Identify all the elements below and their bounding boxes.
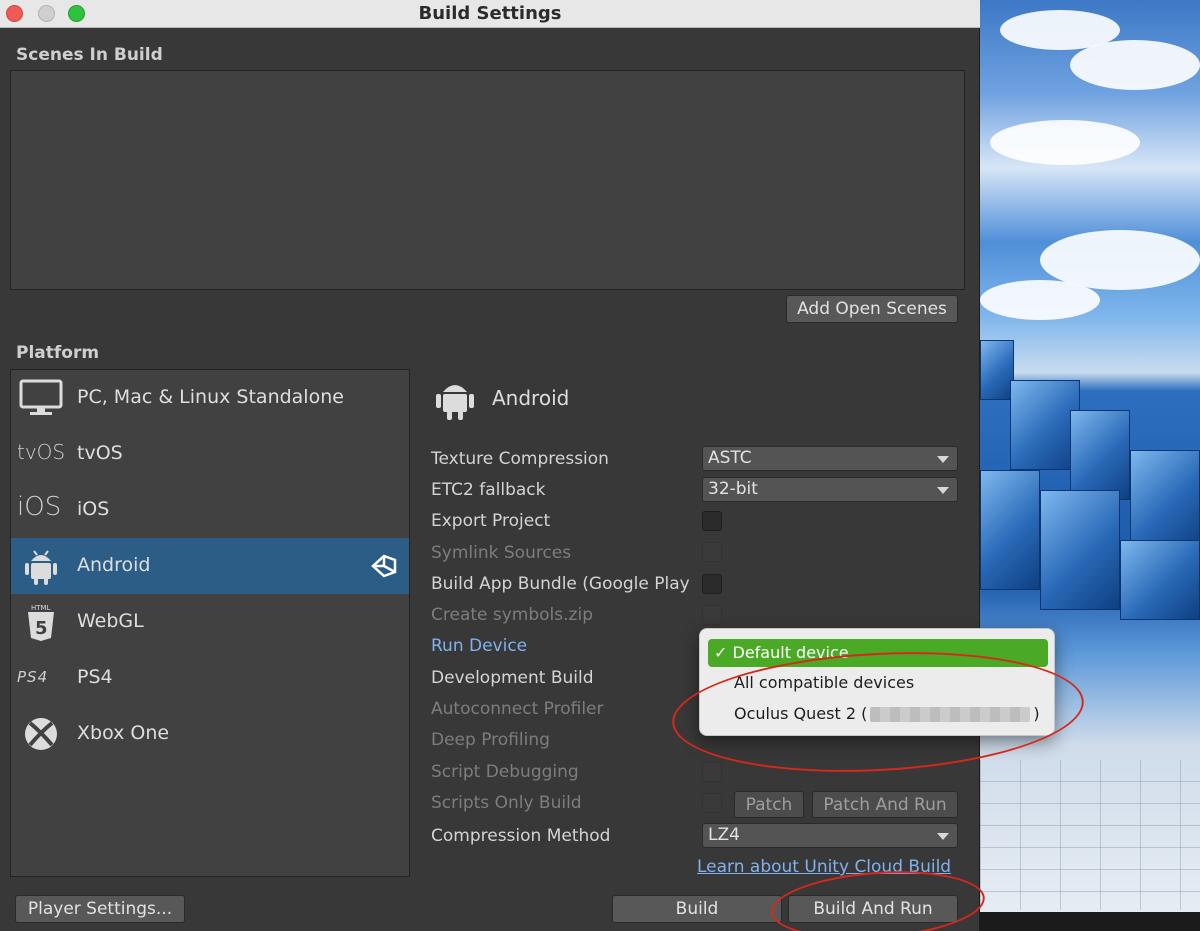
texture-compression-dropdown[interactable]: ASTC xyxy=(702,446,958,471)
selected-platform-title: Android xyxy=(492,386,570,410)
compression-method-label: Compression Method xyxy=(431,826,611,846)
platform-item-android[interactable]: Android xyxy=(11,538,409,594)
dropdown-arrow-icon xyxy=(937,487,949,494)
platform-item-label: iOS xyxy=(77,498,110,520)
deep-profiling-label: Deep Profiling xyxy=(431,730,550,750)
monitor-icon xyxy=(19,379,63,415)
svg-text:5: 5 xyxy=(35,618,48,639)
export-project-label: Export Project xyxy=(431,511,551,531)
patch-and-run-button[interactable]: Patch And Run xyxy=(812,791,958,818)
platform-item-tvos[interactable]: tvOS tvOS xyxy=(11,426,409,482)
dropdown-arrow-icon xyxy=(937,833,949,840)
platform-item-label: Xbox One xyxy=(77,722,170,744)
cube xyxy=(980,340,1014,400)
platform-item-ps4[interactable]: PS4 PS4 xyxy=(11,650,409,706)
etc2-fallback-label: ETC2 fallback xyxy=(431,480,546,500)
script-debugging-label: Script Debugging xyxy=(431,762,579,782)
android-icon xyxy=(436,385,474,420)
platform-item-label: Android xyxy=(77,554,151,576)
unity-logo-icon xyxy=(371,554,397,578)
cube xyxy=(980,470,1040,590)
autoconnect-profiler-label: Autoconnect Profiler xyxy=(431,699,604,719)
ps4-icon: PS4 xyxy=(17,668,49,686)
create-symbols-checkbox[interactable] xyxy=(702,605,722,625)
compression-method-dropdown[interactable]: LZ4 xyxy=(702,823,958,848)
platform-item-standalone[interactable]: PC, Mac & Linux Standalone xyxy=(11,370,409,426)
build-app-bundle-checkbox[interactable] xyxy=(702,574,722,594)
scene-grid-floor xyxy=(980,760,1200,910)
player-settings-button[interactable]: Player Settings... xyxy=(15,895,185,923)
platform-item-label: WebGL xyxy=(77,610,144,632)
run-device-label: Run Device xyxy=(431,636,528,656)
platform-item-ios[interactable]: iOS iOS xyxy=(11,482,409,538)
create-symbols-label: Create symbols.zip xyxy=(431,605,593,625)
xbox-icon xyxy=(25,718,57,750)
checkmark-icon: ✓ xyxy=(714,643,728,662)
development-build-label: Development Build xyxy=(431,668,594,688)
android-icon xyxy=(25,550,57,585)
build-settings-window: Build Settings Scenes In Build Add Open … xyxy=(0,0,980,931)
window-title: Build Settings xyxy=(418,3,562,24)
add-open-scenes-button[interactable]: Add Open Scenes xyxy=(786,295,958,323)
cube xyxy=(1130,450,1200,550)
platform-label: Platform xyxy=(16,343,100,363)
build-app-bundle-label: Build App Bundle (Google Play xyxy=(431,574,690,594)
cube xyxy=(1040,490,1120,610)
platform-item-label: PC, Mac & Linux Standalone xyxy=(77,386,344,408)
platform-item-xbox-one[interactable]: Xbox One xyxy=(11,706,409,762)
symlink-sources-label: Symlink Sources xyxy=(431,543,572,563)
texture-compression-label: Texture Compression xyxy=(431,449,609,469)
cloud xyxy=(1070,40,1200,90)
texture-compression-value: ASTC xyxy=(708,448,752,468)
ios-icon: iOS xyxy=(17,492,62,522)
scenes-in-build-label: Scenes In Build xyxy=(16,45,163,65)
svg-text:HTML: HTML xyxy=(31,604,51,612)
symlink-sources-checkbox[interactable] xyxy=(702,542,722,562)
build-button[interactable]: Build xyxy=(612,895,782,923)
title-bar[interactable]: Build Settings xyxy=(0,0,980,28)
tvos-icon: tvOS xyxy=(17,440,66,464)
scripts-only-build-checkbox[interactable] xyxy=(702,793,722,813)
etc2-fallback-value: 32-bit xyxy=(708,479,758,499)
script-debugging-checkbox[interactable] xyxy=(702,762,722,782)
screen: Build Settings Scenes In Build Add Open … xyxy=(0,0,1200,931)
scene-view-background xyxy=(980,0,1200,931)
scenes-in-build-list[interactable] xyxy=(10,70,965,290)
dropdown-arrow-icon xyxy=(937,456,949,463)
etc2-fallback-dropdown[interactable]: 32-bit xyxy=(702,477,958,502)
platform-item-label: tvOS xyxy=(77,442,123,464)
platform-list: PC, Mac & Linux Standalone tvOS tvOS iOS… xyxy=(10,369,410,877)
html5-icon: HTML 5 xyxy=(28,604,54,641)
cube xyxy=(1120,540,1200,620)
compression-method-value: LZ4 xyxy=(708,825,740,845)
patch-button[interactable]: Patch xyxy=(734,791,804,818)
cloud xyxy=(990,120,1140,165)
export-project-checkbox[interactable] xyxy=(702,511,722,531)
cloud xyxy=(980,280,1100,320)
platform-item-label: PS4 xyxy=(77,666,113,688)
platform-item-webgl[interactable]: HTML 5 WebGL xyxy=(11,594,409,650)
cube xyxy=(1070,410,1130,500)
scripts-only-build-label: Scripts Only Build xyxy=(431,793,582,813)
scene-bottom-bar xyxy=(980,912,1200,931)
